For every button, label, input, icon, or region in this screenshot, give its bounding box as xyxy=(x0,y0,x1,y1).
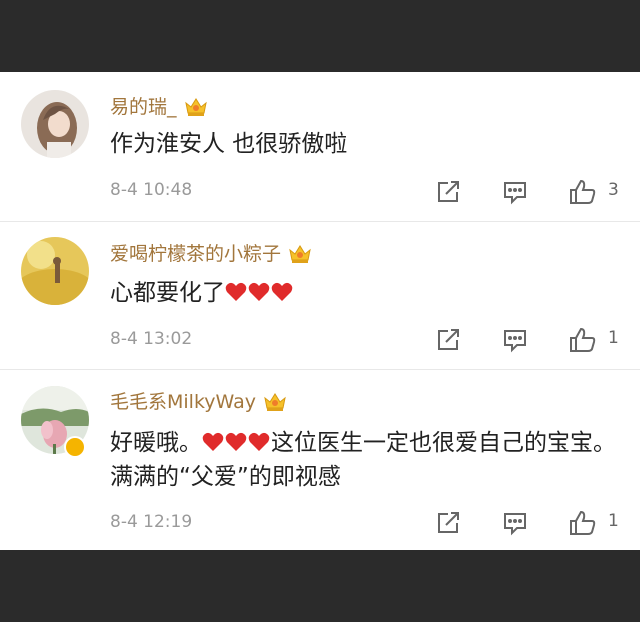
avatar[interactable] xyxy=(21,90,89,158)
like-count: 1 xyxy=(608,328,619,348)
comment-item: 易的瑞_ 作为淮安人 也很骄傲啦 8-4 10:48 3 xyxy=(0,72,640,221)
share-icon[interactable] xyxy=(434,326,462,354)
verified-icon xyxy=(64,436,86,458)
reply-icon[interactable] xyxy=(501,326,529,354)
like-icon[interactable] xyxy=(568,178,596,206)
bottom-frame xyxy=(0,550,640,622)
comment-text: 心都要化了 xyxy=(110,276,625,310)
username[interactable]: 爱喝柠檬茶的小粽子 xyxy=(110,239,313,266)
crown-badge-icon xyxy=(287,242,313,264)
avatar[interactable] xyxy=(21,237,89,305)
like-icon[interactable] xyxy=(568,509,596,537)
crown-badge-icon xyxy=(262,390,288,412)
username[interactable]: 易的瑞_ xyxy=(110,92,209,119)
comment-time: 8-4 10:48 xyxy=(110,180,193,200)
comment-actions: 3 xyxy=(434,178,634,208)
reply-icon[interactable] xyxy=(501,509,529,537)
top-frame xyxy=(0,0,640,72)
like-count: 3 xyxy=(608,180,619,200)
username[interactable]: 毛毛系MilkyWay xyxy=(110,387,288,414)
crown-badge-icon xyxy=(183,95,209,117)
comment-actions: 1 xyxy=(434,326,634,356)
reply-icon[interactable] xyxy=(501,178,529,206)
heart-icon xyxy=(248,428,270,451)
comment-item: 毛毛系MilkyWay 好暖哦。 这位医生一定也很爱自己的宝宝。满满的“父爱”的即… xyxy=(0,370,640,550)
comment-text: 好暖哦。 这位医生一定也很爱自己的宝宝。满满的“父爱”的即视感 xyxy=(110,428,616,490)
comment-text: 作为淮安人 也很骄傲啦 xyxy=(110,131,348,157)
heart-icon xyxy=(271,278,293,301)
like-icon[interactable] xyxy=(568,326,596,354)
heart-icon xyxy=(248,278,270,301)
comment-item: 爱喝柠檬茶的小粽子 心都要化了 8-4 13:02 1 xyxy=(0,222,640,370)
heart-icon xyxy=(225,278,247,301)
share-icon[interactable] xyxy=(434,178,462,206)
like-count: 1 xyxy=(608,511,619,531)
heart-icon xyxy=(225,428,247,451)
share-icon[interactable] xyxy=(434,509,462,537)
heart-icon xyxy=(202,428,224,451)
comment-time: 8-4 13:02 xyxy=(110,329,193,349)
comments-panel: 易的瑞_ 作为淮安人 也很骄傲啦 8-4 10:48 3 爱喝柠檬茶的小粽子 心… xyxy=(0,72,640,550)
comment-actions: 1 xyxy=(434,509,634,539)
comment-time: 8-4 12:19 xyxy=(110,512,193,532)
